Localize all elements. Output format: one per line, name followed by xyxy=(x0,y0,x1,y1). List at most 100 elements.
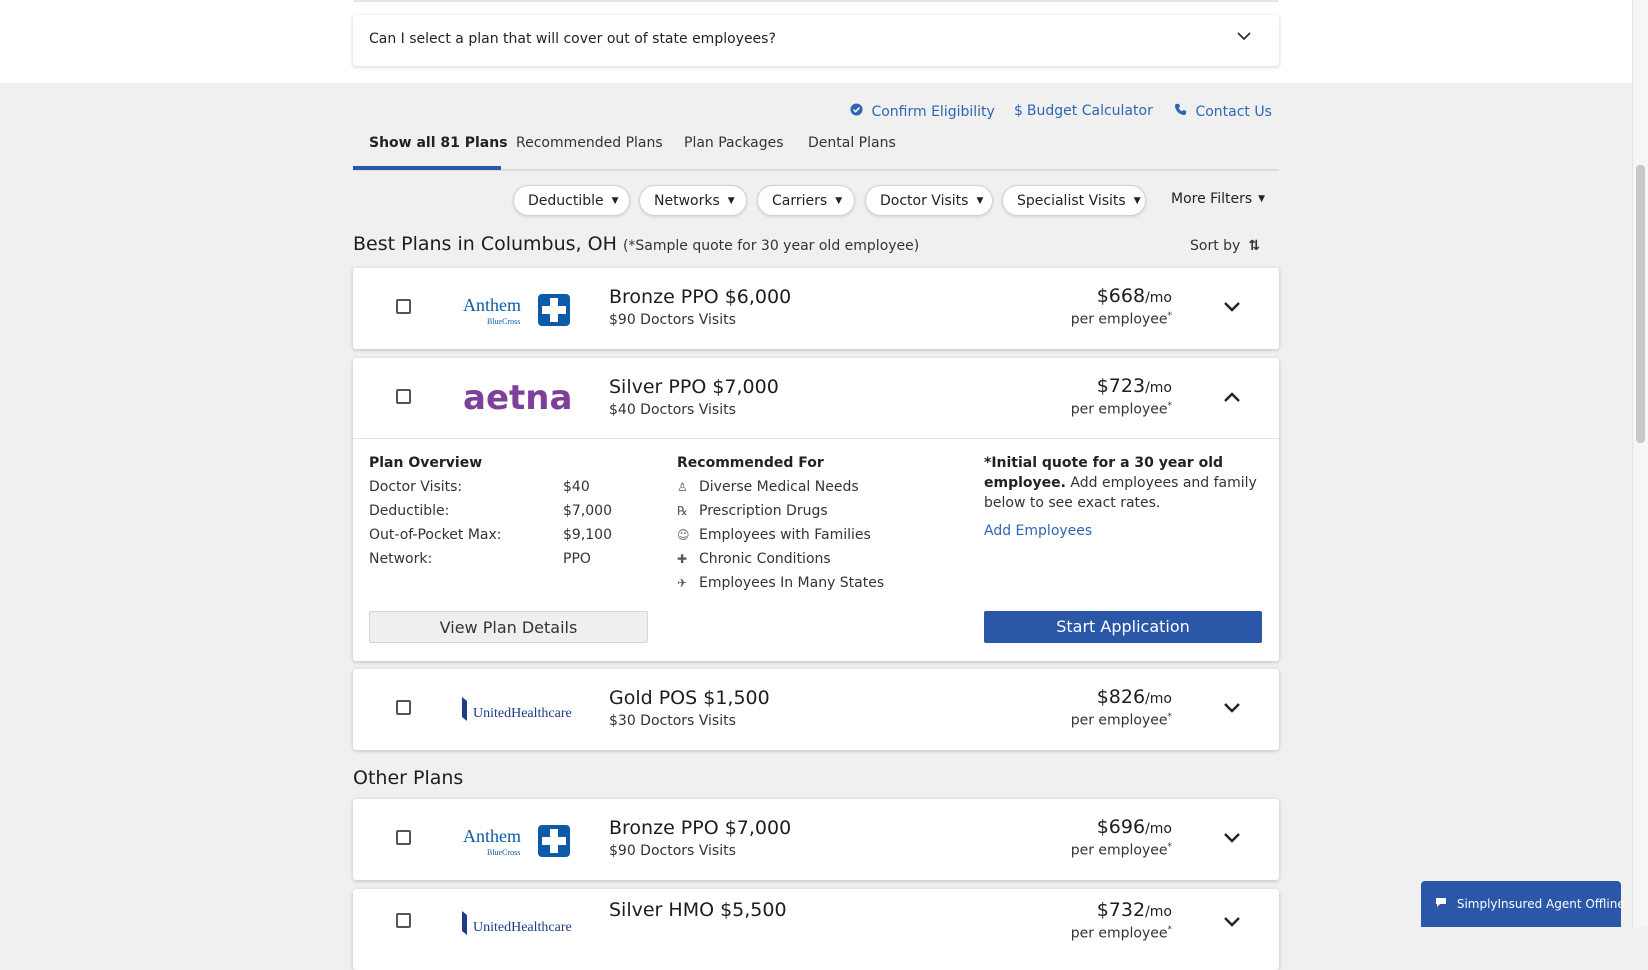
faq-question: Can I select a plan that will cover out … xyxy=(369,31,776,47)
filter-label: Doctor Visits xyxy=(880,193,969,209)
active-tab-indicator xyxy=(353,166,501,170)
plan-select-checkbox[interactable] xyxy=(396,700,411,715)
filter-label: Networks xyxy=(654,193,720,209)
overview-value: PPO xyxy=(563,551,591,567)
expand-chevron-down-icon[interactable] xyxy=(1223,699,1241,718)
filter-label: Carriers xyxy=(772,193,828,209)
tab-show-all-plans[interactable]: Show all 81 Plans xyxy=(369,135,508,167)
more-filters-button[interactable]: More Filters ▼ xyxy=(1171,191,1265,207)
price-amount: $723 xyxy=(1096,375,1146,397)
price-unit: /mo xyxy=(1145,904,1172,920)
plan-select-checkbox[interactable] xyxy=(396,389,411,404)
overview-label: Network: xyxy=(369,551,433,567)
family-icon: ☺ xyxy=(677,528,690,542)
caret-down-icon: ▼ xyxy=(1133,196,1141,206)
plan-price: $732/mo xyxy=(1097,899,1172,921)
recommended-label: Prescription Drugs xyxy=(699,503,828,519)
plan-card: Anthem BlueCross Bronze PPO $7,000 $90 D… xyxy=(353,799,1279,880)
start-application-button[interactable]: Start Application xyxy=(984,611,1262,643)
filter-label: Specialist Visits xyxy=(1017,193,1126,209)
plan-card: UnitedHealthcare Gold POS $1,500 $30 Doc… xyxy=(353,669,1279,750)
contact-us-label: Contact Us xyxy=(1195,104,1272,120)
tab-dental-plans[interactable]: Dental Plans xyxy=(808,135,896,167)
recommended-item: ♙ Diverse Medical Needs xyxy=(677,479,859,495)
expand-chevron-down-icon[interactable] xyxy=(1223,298,1241,317)
agent-chat-button[interactable]: SimplyInsured Agent Offline xyxy=(1421,881,1625,927)
plan-name: Bronze PPO $6,000 xyxy=(609,286,792,308)
overview-value: $9,100 xyxy=(563,527,612,543)
per-label: per employee xyxy=(1070,842,1168,859)
collapse-chevron-up-icon[interactable] xyxy=(1223,388,1241,407)
recommended-label: Diverse Medical Needs xyxy=(699,479,859,495)
recommended-label: Employees with Families xyxy=(699,527,871,543)
confirm-eligibility-link[interactable]: Confirm Eligibility xyxy=(850,103,995,123)
svg-text:BlueCross: BlueCross xyxy=(487,317,520,326)
filter-label: Deductible xyxy=(528,193,604,209)
plane-icon: ✈ xyxy=(677,576,688,590)
plan-tabs: Show all 81 Plans Recommended Plans Plan… xyxy=(353,131,1279,171)
price-unit: /mo xyxy=(1145,691,1172,707)
confirm-eligibility-label: Confirm Eligibility xyxy=(871,104,995,120)
budget-calculator-link[interactable]: $ Budget Calculator xyxy=(1014,103,1153,123)
price-per-employee: per employee* xyxy=(1070,842,1172,859)
price-unit: /mo xyxy=(1145,380,1172,396)
page-scrollbar[interactable] xyxy=(1632,0,1648,927)
plan-select-checkbox[interactable] xyxy=(396,299,411,314)
anthem-bluecross-logo: Anthem BlueCross xyxy=(459,821,579,857)
plan-price: $696/mo xyxy=(1097,816,1172,838)
chevron-down-icon[interactable] xyxy=(1237,29,1251,45)
best-plans-heading: Best Plans in Columbus, OH (*Sample quot… xyxy=(353,233,919,255)
plan-select-checkbox[interactable] xyxy=(396,830,411,845)
recommended-label: Employees In Many States xyxy=(699,575,885,591)
plan-name: Bronze PPO $7,000 xyxy=(609,817,792,839)
overview-label: Out-of-Pocket Max: xyxy=(369,527,502,543)
filter-specialist-visits[interactable]: Specialist Visits ▼ xyxy=(1002,185,1146,216)
plan-select-checkbox[interactable] xyxy=(396,913,411,928)
tab-recommended-plans[interactable]: Recommended Plans xyxy=(516,135,663,167)
initial-quote-note: *Initial quote for a 30 year old employe… xyxy=(984,453,1264,513)
add-employees-link[interactable]: Add Employees xyxy=(984,523,1092,539)
caret-down-icon: ▼ xyxy=(727,196,735,206)
chat-label: SimplyInsured Agent Offline xyxy=(1456,897,1625,911)
anthem-bluecross-logo: Anthem BlueCross xyxy=(459,290,579,326)
plan-card-expanded: aetna Silver PPO $7,000 $40 Doctors Visi… xyxy=(353,358,1279,661)
faq-item[interactable]: Can I select a plan that will cover out … xyxy=(353,15,1279,66)
unitedhealthcare-logo: UnitedHealthcare xyxy=(459,691,579,727)
overview-label: Deductible: xyxy=(369,503,450,519)
contact-us-link[interactable]: Contact Us xyxy=(1174,103,1272,123)
unitedhealthcare-logo: UnitedHealthcare xyxy=(459,905,579,941)
plan-price: $826/mo xyxy=(1097,686,1172,708)
plan-doctor-visits: $40 Doctors Visits xyxy=(609,402,736,418)
expand-chevron-down-icon[interactable] xyxy=(1223,829,1241,848)
filter-doctor-visits[interactable]: Doctor Visits ▼ xyxy=(865,185,993,216)
filter-carriers[interactable]: Carriers ▼ xyxy=(757,185,855,216)
filter-networks[interactable]: Networks ▼ xyxy=(639,185,747,216)
caret-down-icon: ▼ xyxy=(1258,194,1266,204)
best-plans-title: Best Plans in Columbus, OH xyxy=(353,233,617,255)
recommended-item: ℞ Prescription Drugs xyxy=(677,503,828,519)
check-circle-icon xyxy=(850,103,867,120)
plan-doctor-visits: $90 Doctors Visits xyxy=(609,312,736,328)
plan-doctor-visits: $30 Doctors Visits xyxy=(609,713,736,729)
recommended-label: Chronic Conditions xyxy=(699,551,831,567)
other-plans-heading: Other Plans xyxy=(353,767,464,789)
recommended-item: ☺ Employees with Families xyxy=(677,527,871,543)
plan-name: Silver HMO $5,500 xyxy=(609,899,787,921)
price-unit: /mo xyxy=(1145,821,1172,837)
chat-bubble-icon xyxy=(1435,897,1451,911)
svg-text:aetna: aetna xyxy=(463,378,572,418)
tab-plan-packages[interactable]: Plan Packages xyxy=(684,135,784,167)
sort-by-button[interactable]: Sort by ⇅ xyxy=(1190,238,1260,254)
scrollbar-thumb[interactable] xyxy=(1636,165,1645,443)
recommended-item: ✚ Chronic Conditions xyxy=(677,551,831,567)
filter-deductible[interactable]: Deductible ▼ xyxy=(513,185,630,216)
recommended-item: ✈ Employees In Many States xyxy=(677,575,884,591)
plan-price: $668/mo xyxy=(1097,285,1172,307)
more-filters-label: More Filters xyxy=(1171,191,1253,207)
plan-doctor-visits: $90 Doctors Visits xyxy=(609,843,736,859)
svg-text:Anthem: Anthem xyxy=(463,826,521,846)
price-per-employee: per employee* xyxy=(1070,311,1172,328)
phone-icon xyxy=(1174,103,1191,120)
expand-chevron-down-icon[interactable] xyxy=(1223,913,1241,932)
view-plan-details-button[interactable]: View Plan Details xyxy=(369,611,648,643)
